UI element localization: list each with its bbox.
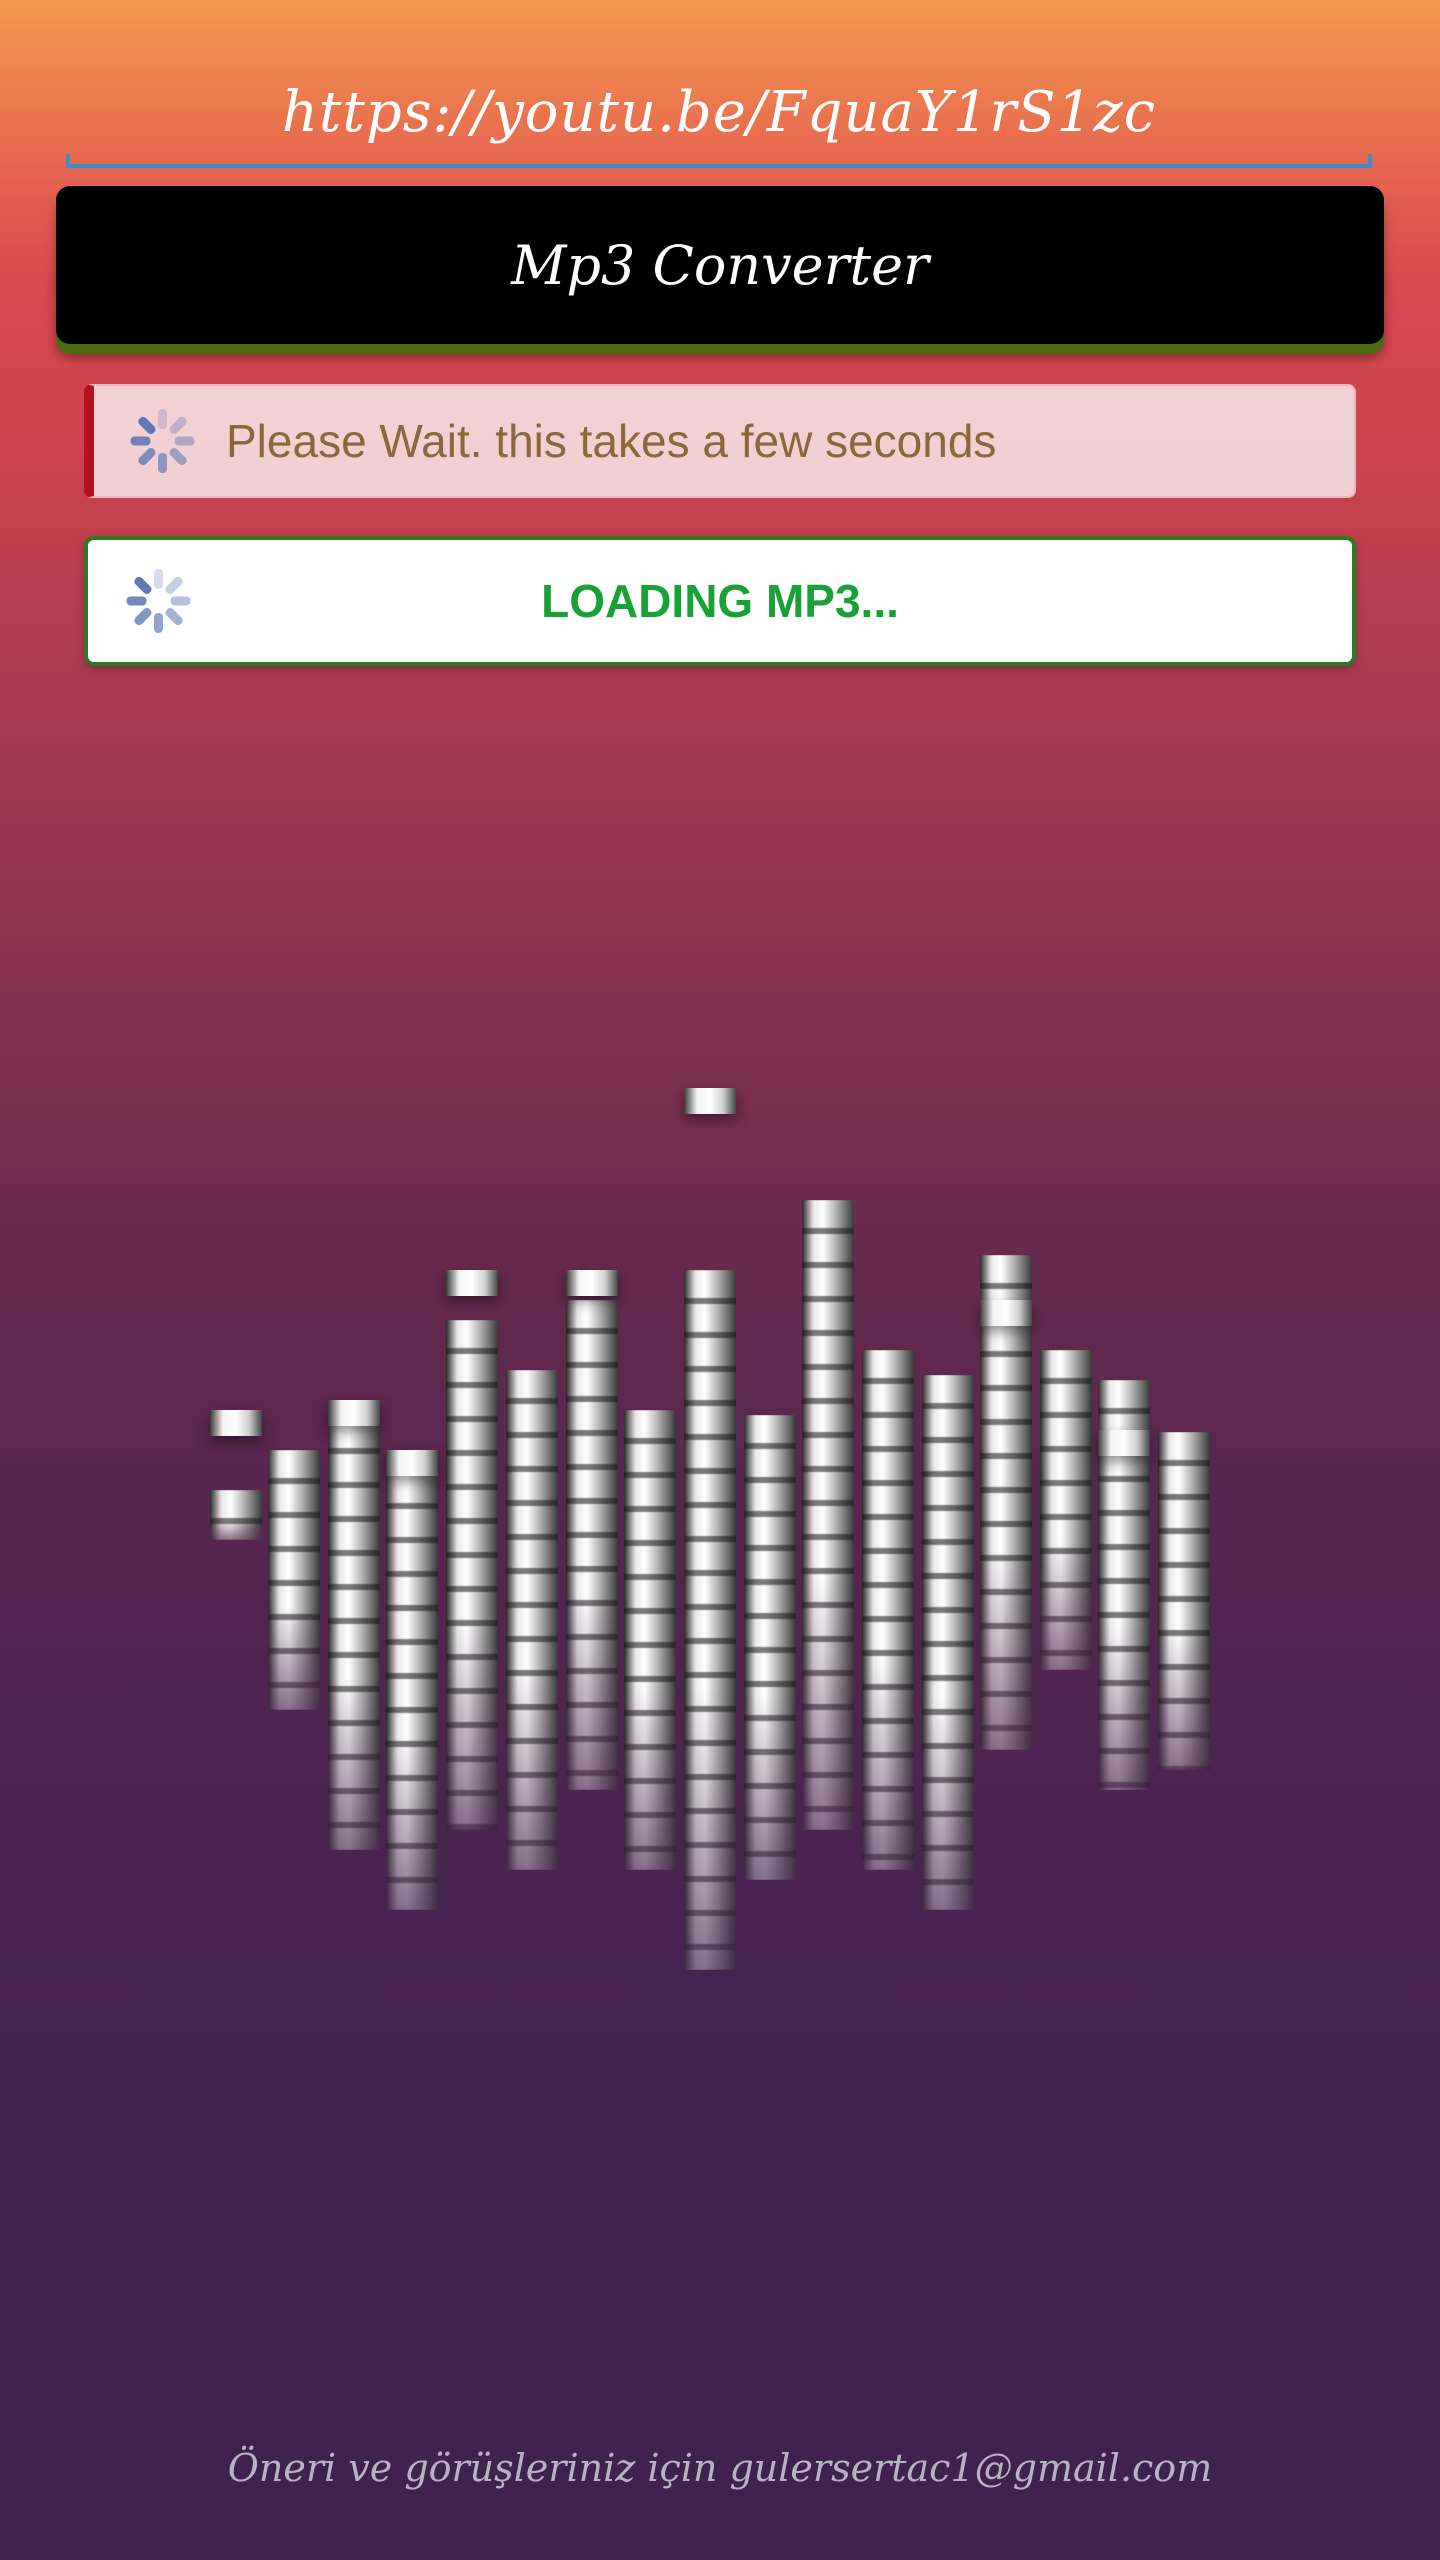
spinner-segment [126, 596, 147, 606]
equalizer-bar [922, 1375, 974, 1910]
equalizer-bar [1040, 1350, 1092, 1670]
url-input[interactable] [66, 60, 1372, 164]
spinner-segment [132, 606, 154, 627]
equalizer-bar [210, 1490, 262, 1540]
mp3-converter-button[interactable]: Mp3 Converter [56, 186, 1384, 344]
equalizer-peak [446, 1270, 498, 1296]
equalizer-bar [386, 1475, 438, 1910]
equalizer-peak [328, 1400, 380, 1426]
mp3-converter-button-label: Mp3 Converter [511, 233, 929, 297]
spinner-segment [163, 575, 185, 596]
spinner-segment [136, 415, 158, 436]
equalizer-peak [980, 1300, 1032, 1326]
spinner-segment [158, 453, 167, 473]
spinner-segment [132, 575, 154, 596]
equalizer-peak [684, 1088, 736, 1114]
spinner-segment [167, 446, 189, 467]
equalizer-icon [190, 1070, 1250, 1970]
equalizer-bar [328, 1420, 380, 1850]
spinner-icon [124, 567, 192, 635]
equalizer-bar [566, 1300, 618, 1790]
equalizer-bar [744, 1415, 796, 1880]
equalizer-bar [802, 1200, 854, 1830]
equalizer-peak [386, 1450, 438, 1476]
info-message-text: Please Wait. this takes a few seconds [226, 415, 997, 467]
equalizer-peak [210, 1410, 262, 1436]
equalizer-bar [506, 1370, 558, 1870]
spinner-segment [167, 415, 189, 436]
spinner-icon [128, 407, 196, 475]
equalizer-bar [862, 1350, 914, 1870]
footer-contact-text: Öneri ve görüşleriniz için gulersertac1@… [227, 2446, 1213, 2490]
equalizer-bar [624, 1410, 676, 1870]
equalizer-bar [684, 1270, 736, 1970]
spinner-segment [174, 436, 195, 446]
equalizer-peak [566, 1270, 618, 1296]
info-message-box: Please Wait. this takes a few seconds [84, 384, 1356, 498]
equalizer-bar [446, 1320, 498, 1830]
spinner-segment [154, 569, 163, 589]
spinner-segment [158, 409, 167, 429]
equalizer-bar [1158, 1432, 1210, 1770]
spinner-segment [136, 446, 158, 467]
equalizer-bar [268, 1450, 320, 1710]
loading-mp3-label: LOADING MP3... [541, 575, 899, 627]
loading-mp3-button[interactable]: LOADING MP3... [84, 536, 1356, 666]
url-field[interactable] [66, 60, 1372, 168]
spinner-segment [130, 436, 151, 446]
equalizer-peak [1098, 1430, 1150, 1456]
equalizer-bar [980, 1255, 1032, 1750]
spinner-segment [170, 596, 191, 606]
spinner-segment [154, 613, 163, 633]
spinner-segment [163, 606, 185, 627]
